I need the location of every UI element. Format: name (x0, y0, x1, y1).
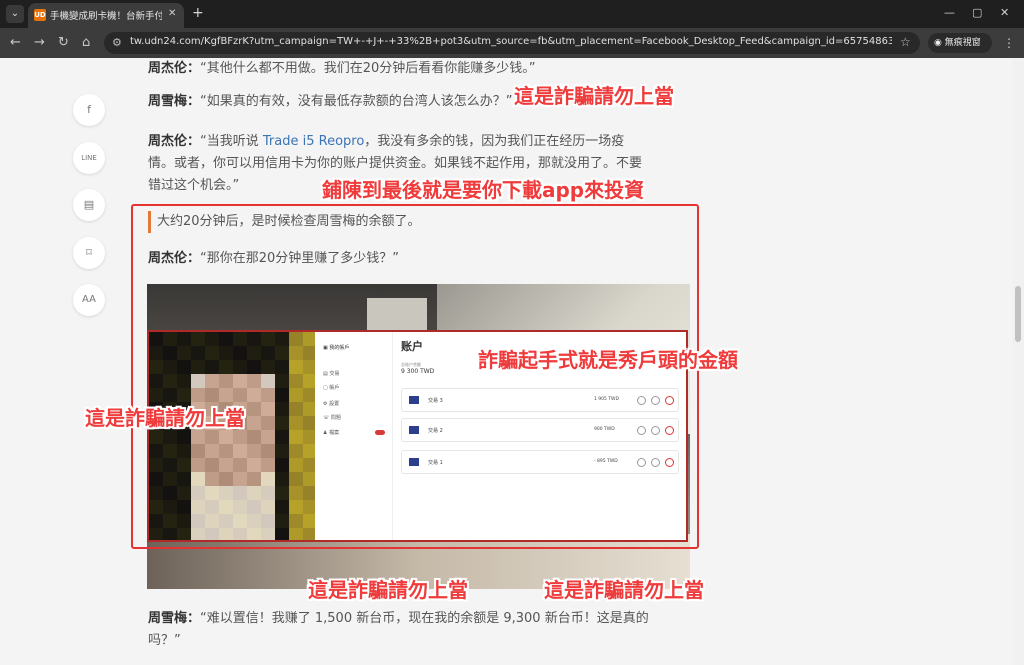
bookmark-star-icon[interactable]: ☆ (900, 35, 911, 49)
close-window-icon[interactable]: ✕ (1000, 6, 1009, 19)
close-icon[interactable]: ✕ (168, 8, 176, 19)
warning-annotation: 鋪陳到最後就是要你下載app來投資 (322, 178, 645, 202)
speaker-name: 周雪梅： (148, 611, 201, 626)
back-icon[interactable]: ← (10, 35, 21, 51)
paragraph-text: “如果真的有效，没有最低存款额的台湾人该怎么办？” (200, 94, 513, 109)
incognito-label: 無痕視窗 (944, 38, 981, 48)
tab-title: 手機變成刷卡機！台新手付 APP (50, 11, 162, 22)
home-icon[interactable]: ⌂ (82, 35, 90, 51)
paragraph-text: 情。或者，你可以用信用卡为你的账户提供资金。如果钱不起作用，那就没用了。不要 (148, 156, 643, 171)
minimize-icon[interactable]: — (944, 6, 955, 19)
paragraph-text: ，我没有多余的钱，因为我们正在经历一场疫 (364, 134, 625, 149)
tab-strip: ⌄ UD 手機變成刷卡機！台新手付 APP ✕ + — ▢ ✕ (0, 0, 1024, 28)
reload-icon[interactable]: ↻ (58, 35, 69, 51)
speaker-name: 周杰伦： (148, 61, 201, 76)
warning-annotation: 這是詐騙請勿上當 (544, 578, 704, 602)
url-text[interactable]: tw.udn24.com/KgfBFzrK?utm_campaign=TW+-+… (130, 36, 892, 47)
facebook-icon[interactable]: f (73, 94, 105, 126)
new-tab-icon[interactable]: + (192, 5, 204, 21)
scroll-thumb[interactable] (1015, 286, 1021, 342)
paragraph-text: “其他什么都不用做。我们在20分钟后看看你能赚多少钱。” (200, 61, 536, 76)
line-icon[interactable]: LINE (73, 142, 105, 174)
address-bar[interactable]: ⚙ tw.udn24.com/KgfBFzrK?utm_campaign=TW+… (104, 32, 920, 54)
article-paragraph: 周杰伦：“其他什么都不用做。我们在20分钟后看看你能赚多少钱。” (148, 58, 693, 80)
paragraph-text: “当我听说 (200, 134, 263, 149)
scrollbar[interactable] (1012, 58, 1024, 665)
tab-search-icon[interactable]: ⌄ (6, 5, 24, 23)
warning-annotation: 這是詐騙請勿上當 (85, 406, 245, 430)
paragraph-text: “难以置信！我赚了 1,500 新台币，现在我的余额是 9,300 新台币！这是… (200, 611, 649, 626)
favicon: UD (34, 9, 46, 21)
font-size-icon[interactable]: AA (73, 284, 105, 316)
trade-link[interactable]: Trade i5 Reopro (263, 134, 364, 149)
site-info-icon[interactable]: ⚙ (112, 36, 122, 49)
comment-icon[interactable]: ▤ (73, 189, 105, 221)
warning-annotation: 詐騙起手式就是秀戶頭的金額 (478, 348, 738, 372)
highlight-frame (131, 204, 699, 549)
maximize-icon[interactable]: ▢ (972, 6, 982, 19)
bookmark-icon[interactable]: ⌑ (73, 237, 105, 269)
warning-annotation: 這是詐騙請勿上當 (514, 84, 674, 108)
web-page: f LINE ▤ ⌑ AA 周杰伦：“其他什么都不用做。我们在20分钟后看看你能… (0, 58, 1012, 665)
incognito-icon: ◉ (934, 38, 945, 48)
forward-icon[interactable]: → (34, 35, 45, 51)
browser-tab[interactable]: UD 手機變成刷卡機！台新手付 APP ✕ (28, 3, 184, 28)
incognito-badge[interactable]: ◉ 無痕視窗 (928, 33, 992, 53)
browser-toolbar: ← → ↻ ⌂ ⚙ tw.udn24.com/KgfBFzrK?utm_camp… (0, 28, 1024, 58)
menu-icon[interactable]: ⋮ (1003, 36, 1015, 50)
warning-annotation: 這是詐騙請勿上當 (308, 578, 468, 602)
article-paragraph: 周雪梅：“难以置信！我赚了 1,500 新台币，现在我的余额是 9,300 新台… (148, 608, 693, 652)
speaker-name: 周杰伦： (148, 134, 201, 149)
speaker-name: 周雪梅： (148, 94, 201, 109)
paragraph-text: 吗？” (148, 633, 181, 648)
